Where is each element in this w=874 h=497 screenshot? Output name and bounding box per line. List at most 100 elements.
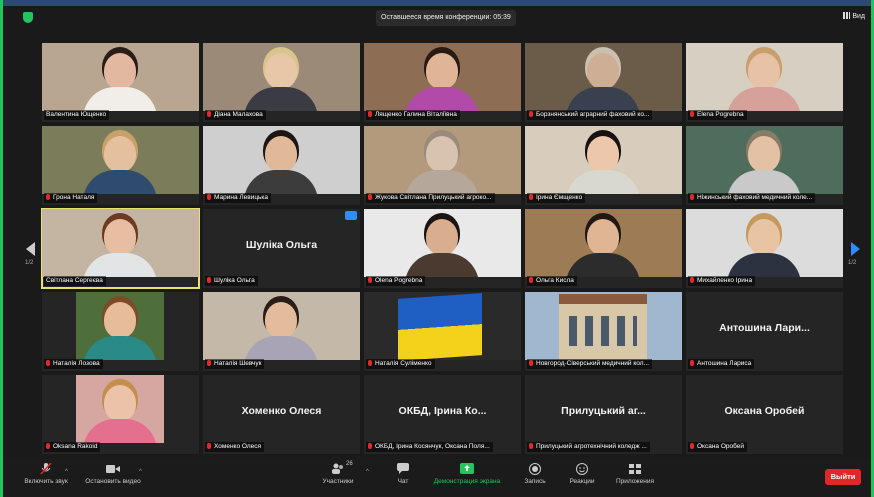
reactions-button[interactable]: Реакции [565,463,599,485]
participant-name-label: Антошина Лариса [688,359,755,369]
participant-face [104,302,136,338]
video-options-caret[interactable]: ^ [139,469,142,475]
microphone-muted-icon [207,277,211,283]
stop-video-button[interactable]: Остановить видео [78,463,148,485]
view-button[interactable]: Вид [843,12,865,20]
apps-button[interactable]: Приложения [611,463,659,485]
participant-tile[interactable]: Oksana Rakoid [42,375,199,454]
microphone-muted-icon [46,194,50,200]
participant-face [104,385,136,421]
chevron-right-icon [851,242,860,256]
microphone-muted-icon [207,194,211,200]
participant-face [265,136,297,172]
participant-tile[interactable]: Жукова Світлана Прилуцький агроко... [364,126,521,205]
participant-name-text: ОКБД, Ірина Косянчук, Оксана Поля... [375,443,490,450]
participant-name-card: Оксана Оробей [724,405,805,417]
prev-page-indicator: 1/2 [25,260,34,266]
participant-video [364,126,521,194]
participant-tile[interactable]: ОКБД, Ірина Ко... ОКБД, Ірина Косянчук, О… [364,375,521,454]
participant-face [748,136,780,172]
participant-tile[interactable]: Elena Pogrebna [686,43,843,122]
microphone-muted-icon [690,111,694,117]
participant-tile[interactable]: Марина Левицька [203,126,360,205]
participant-name-label: Шуліка Ольга [205,276,258,286]
participant-name-text: Наталія Лозова [53,360,100,367]
participant-face [265,53,297,89]
participant-name-text: Elena Pogrebna [697,111,744,118]
prev-page-button[interactable]: 1/2 [25,232,39,272]
participant-video [42,209,199,277]
participant-video [364,209,521,277]
participant-face [104,219,136,255]
participant-name-label: Діана Малахова [205,110,266,120]
participant-tile[interactable]: Оксана Оробей Оксана Оробей [686,375,843,454]
participant-tile[interactable]: Грона Наталя [42,126,199,205]
participant-tile[interactable]: Хоменко Олеся Хоменко Олеся [203,375,360,454]
participant-name-text: Борзнянський аграрний фаховий ко... [536,111,650,118]
participant-tile[interactable]: Olena Pogrebna [364,209,521,288]
participant-video [525,292,682,360]
audio-options-caret[interactable]: ^ [65,469,68,475]
flag-image [398,293,482,360]
participant-tile[interactable]: Борзнянський аграрний фаховий ко... [525,43,682,122]
participant-name-text: Oksana Rakoid [53,443,98,450]
participant-video [686,43,843,111]
participant-tile[interactable]: Наталія Лозова [42,292,199,371]
participant-name-text: Світлана Сергеєва [46,277,103,284]
video-camera-icon [106,465,120,473]
participant-video [203,43,360,111]
participant-tile[interactable]: Ірина Ємщенко [525,126,682,205]
next-page-indicator: 1/2 [848,260,857,266]
participant-tile[interactable]: Наталія Шевчук [203,292,360,371]
leave-meeting-button[interactable]: Выйти [825,469,861,485]
participants-icon [332,463,343,474]
participant-video [364,292,521,360]
participant-tile[interactable]: Антошина Лари... Антошина Лариса [686,292,843,371]
participant-name-label: Ірина Ємщенко [527,193,586,203]
participant-name-label: Хоменко Олеся [205,442,265,452]
participant-name-label: Оксана Оробей [688,442,748,452]
share-screen-button[interactable]: Демонстрация экрана [426,463,508,485]
participant-tile[interactable]: Ольга Кисла [525,209,682,288]
microphone-muted-icon [207,443,211,449]
participant-tile[interactable]: Ніжинський фаховий медичний коле... [686,126,843,205]
microphone-muted-icon [46,360,50,366]
shield-icon[interactable] [23,12,33,23]
participant-name-text: Прилуцький агротехнічний коледж ... [536,443,647,450]
participant-name-label: ОКБД, Ірина Косянчук, Оксана Поля... [366,442,493,452]
next-page-button[interactable]: 1/2 [848,232,862,272]
participant-tile[interactable]: Світлана Сергеєва [41,208,200,289]
tile-more-options-button[interactable] [345,211,357,220]
participant-name-text: Жукова Світлана Прилуцький агроко... [375,194,492,201]
participant-tile[interactable]: Наталія Суліменко [364,292,521,371]
reactions-icon [576,463,588,475]
participant-name-text: Марина Левицька [214,194,269,201]
participant-name-text: Наталія Суліменко [375,360,432,367]
meeting-topbar: Оставшееся время конференции: 05:39 Вид [3,6,871,30]
participants-button[interactable]: Участники [315,463,361,485]
participant-tile[interactable]: Лященко Галина Віталіївна [364,43,521,122]
participants-options-caret[interactable]: ^ [366,469,369,475]
participant-name-text: Грона Наталя [53,194,95,201]
apps-icon [629,464,641,474]
chat-button[interactable]: Чат [388,463,418,485]
participant-face [426,53,458,89]
participant-face [426,136,458,172]
participant-name-label: Наталія Суліменко [366,359,435,369]
microphone-muted-icon [207,360,211,366]
participant-video [525,209,682,277]
participant-name-label: Ніжинський фаховий медичний коле... [688,193,816,203]
participant-name-label: Валентина Ющенко [44,110,110,120]
chat-icon [397,463,409,474]
participant-tile[interactable]: Діана Малахова [203,43,360,122]
participant-tile[interactable]: Шуліка Ольга Шуліка Ольга [203,209,360,288]
record-button[interactable]: Запись [518,463,552,485]
participant-name-label: Грона Наталя [44,193,98,203]
participant-tile[interactable]: Валентина Ющенко [42,43,199,122]
participant-face [587,53,619,89]
participant-tile[interactable]: Михайленко Ірина [686,209,843,288]
participant-tile[interactable]: Прилуцький аг... Прилуцький агротехнічний… [525,375,682,454]
participant-tile[interactable]: Новгород-Сіверський медичний кол... [525,292,682,371]
microphone-muted-icon [529,277,533,283]
participant-video [686,126,843,194]
